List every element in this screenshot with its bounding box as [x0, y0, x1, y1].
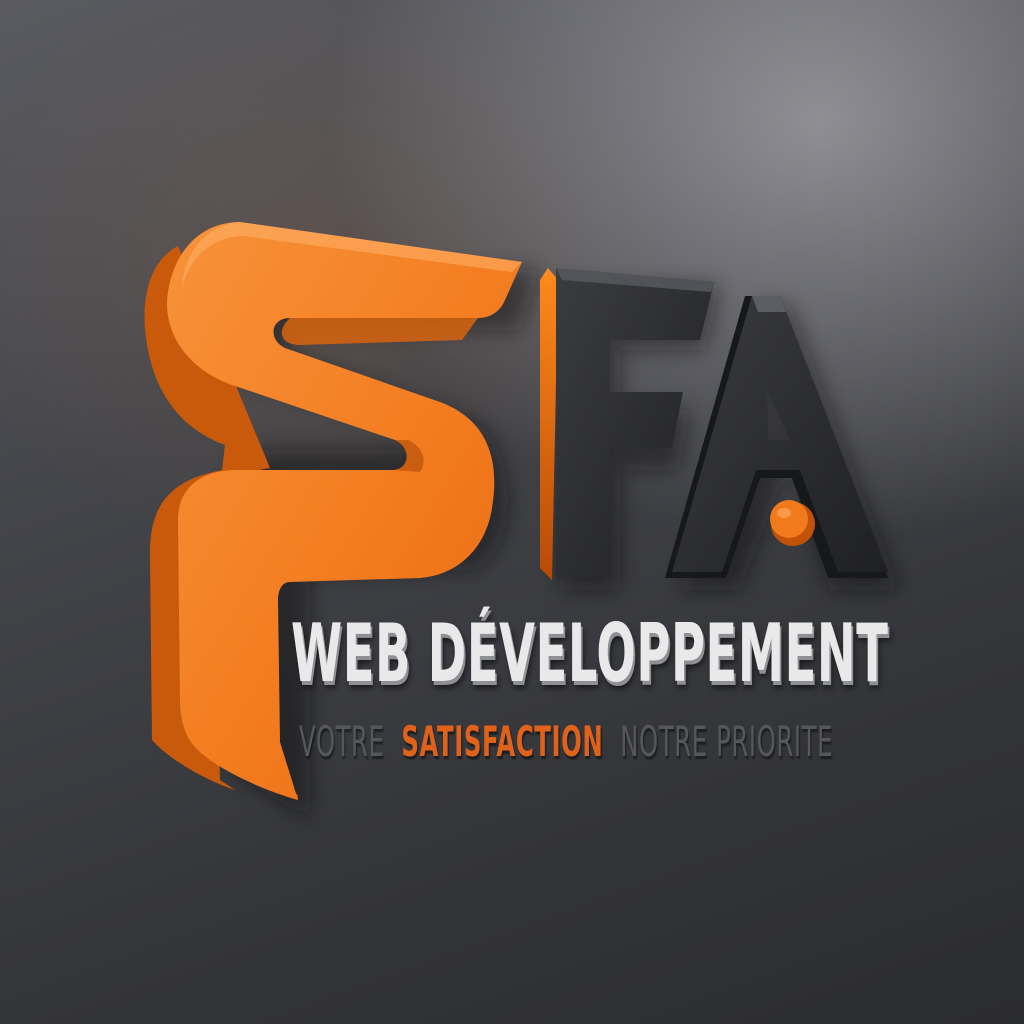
letter-s-mark	[144, 222, 522, 800]
headline: WEB DÉVELOPPEMENT	[291, 606, 911, 702]
tagline: VOTRE SATISFACTION NOTRE PRIORITE	[299, 716, 899, 772]
tagline-part2: NOTRE PRIORITE	[620, 717, 834, 766]
headline-text: WEB DÉVELOPPEMENT	[291, 607, 889, 700]
tagline-part1: VOTRE	[299, 717, 385, 766]
tagline-highlight: SATISFACTION	[401, 717, 604, 766]
sfa-logo	[144, 222, 900, 820]
